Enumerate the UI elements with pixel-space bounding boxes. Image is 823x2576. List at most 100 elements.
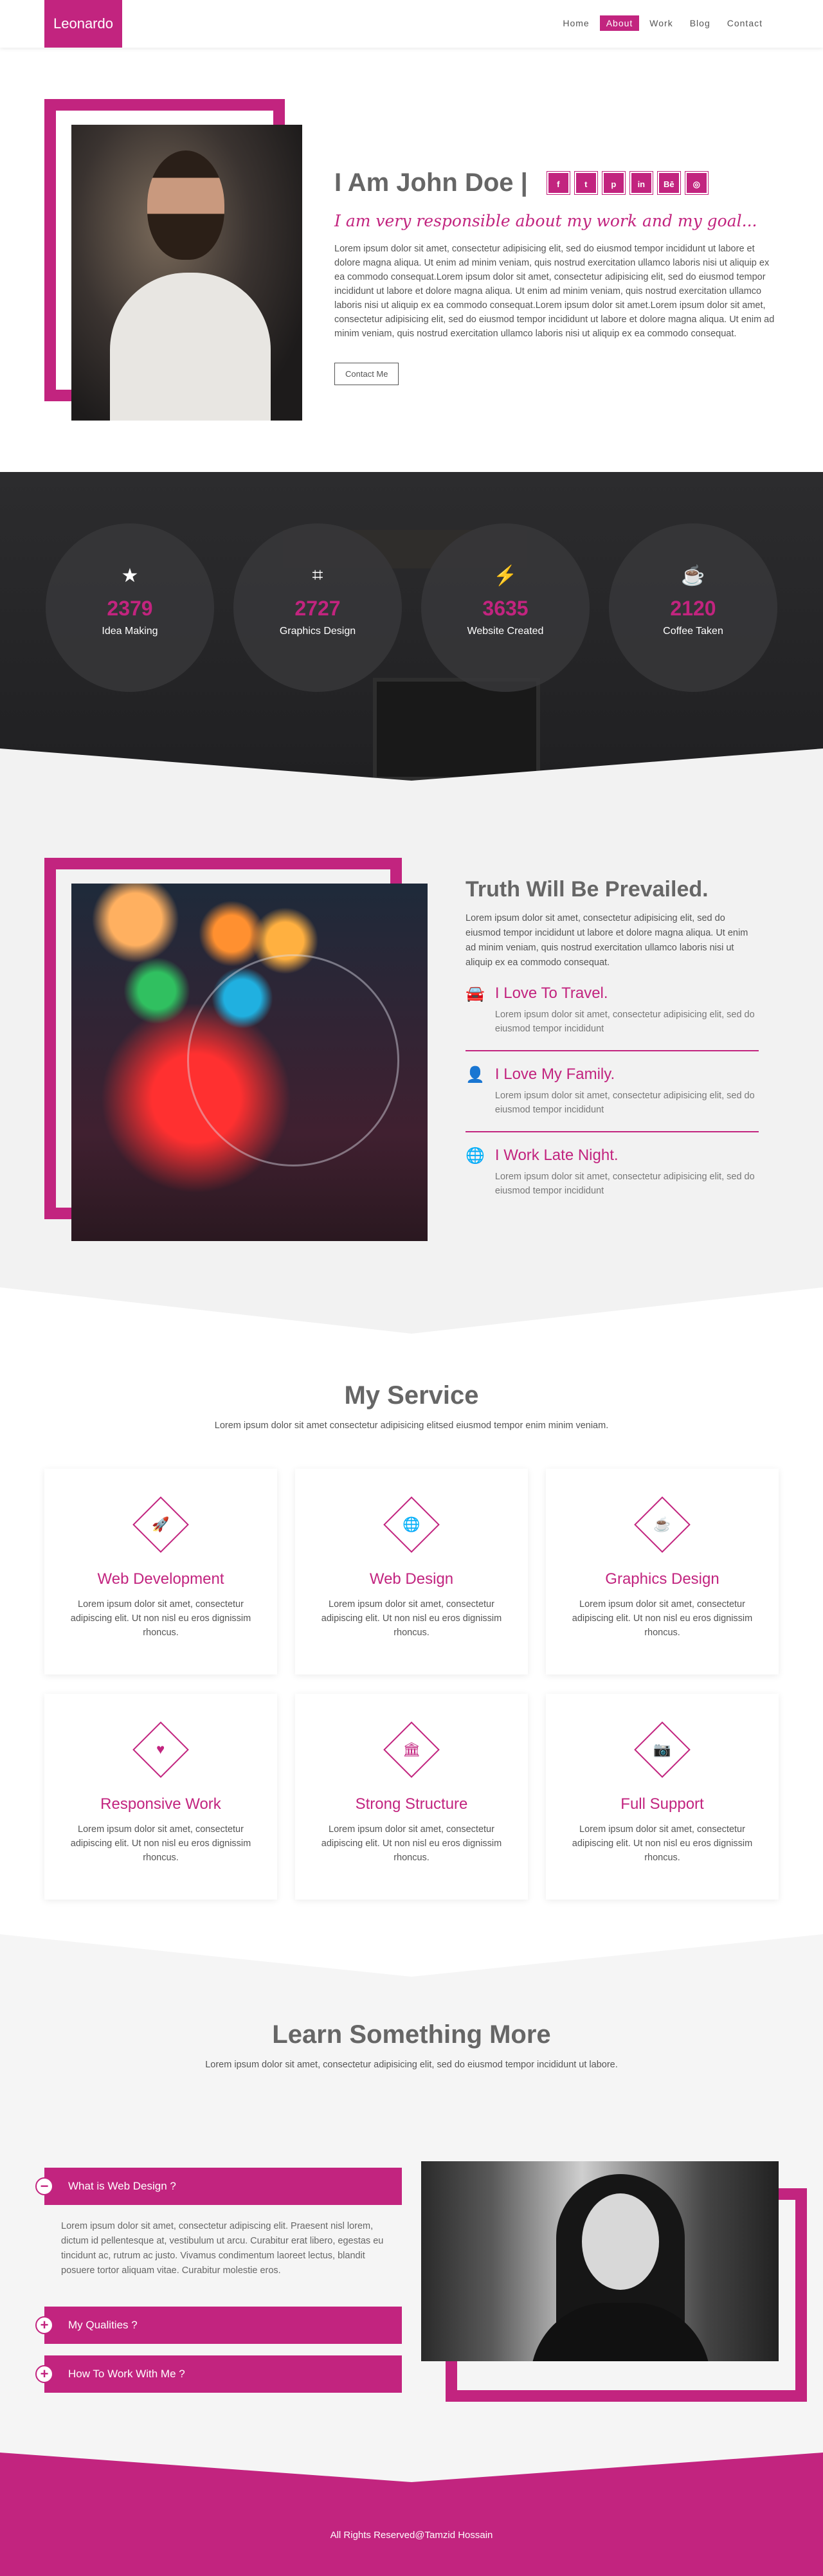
stat-idea-making: ★ 2379 Idea Making (46, 523, 214, 692)
stat-number: 3635 (482, 597, 529, 620)
feature-late-night: 🌐 I Work Late Night. Lorem ipsum dolor s… (466, 1132, 759, 1212)
feature-text: Lorem ipsum dolor sit amet, consectetur … (494, 1172, 755, 1196)
stats-section: ★ 2379 Idea Making ⌗ 2727 Graphics Desig… (0, 472, 823, 781)
social-links: f t p in Bē ◎ (546, 171, 709, 195)
car-icon: 🚘 (466, 985, 485, 1002)
stat-website-created: ⚡ 3635 Website Created (421, 523, 590, 692)
crop-icon: ⌗ (312, 565, 323, 586)
feature-family: 👤 I Love My Family. Lorem ipsum dolor si… (466, 1051, 759, 1132)
navbar: Leonardo Home About Work Blog Contact (0, 0, 823, 48)
stat-label: Website Created (467, 626, 544, 637)
stat-label: Graphics Design (279, 626, 356, 637)
service-title: My Service (344, 1381, 479, 1410)
truth-paragraph: Lorem ipsum dolor sit amet, consectetur … (466, 913, 748, 968)
collapse-icon[interactable]: − (35, 2177, 53, 2195)
service-card-title: Web Design (369, 1570, 454, 1588)
section-divider (0, 2453, 823, 2482)
nav-item-home[interactable]: Home (556, 15, 595, 31)
profile-name: I Am John Doe | (334, 168, 528, 197)
feature-text: Lorem ipsum dolor sit amet, consectetur … (494, 1091, 755, 1115)
feature-title: I Love My Family. (494, 1066, 615, 1083)
section-divider (0, 748, 823, 781)
lightbulb-photo (71, 884, 428, 1241)
globe-icon: 🌐 (466, 1147, 485, 1165)
accordion-title: My Qualities ? (68, 2319, 138, 2331)
accordion-title: How To Work With Me ? (68, 2368, 185, 2380)
star-icon: ★ (121, 565, 139, 586)
accordion-item-work-with-me[interactable]: + How To Work With Me ? (35, 2355, 402, 2393)
pinterest-icon[interactable]: p (601, 171, 626, 195)
behance-icon[interactable]: Bē (656, 171, 681, 195)
nav-menu: Home About Work Blog Contact (556, 15, 769, 31)
stat-number: 2120 (670, 597, 716, 620)
user-icon: 👤 (466, 1066, 485, 1084)
bank-icon: 🏛 (402, 1741, 421, 1757)
nav-item-about[interactable]: About (599, 15, 640, 31)
service-card-web-development: 🚀 Web Development Lorem ipsum dolor sit … (44, 1469, 277, 1674)
stat-number: 2379 (107, 597, 153, 620)
service-card-title: Responsive Work (100, 1795, 221, 1813)
service-card-graphics-design: ☕ Graphics Design Lorem ipsum dolor sit … (546, 1469, 779, 1674)
accordion-item-qualities[interactable]: + My Qualities ? (35, 2307, 402, 2344)
copyright-text: All Rights Reserved@Tamzid Hossain (330, 2530, 493, 2541)
truth-title: Truth Will Be Prevailed. (466, 877, 709, 902)
nav-item-contact[interactable]: Contact (721, 15, 769, 31)
service-card-strong-structure: 🏛 Strong Structure Lorem ipsum dolor sit… (295, 1694, 528, 1900)
feature-text: Lorem ipsum dolor sit amet, consectetur … (494, 1010, 755, 1034)
accordion: − What is Web Design ? Lorem ipsum dolor… (35, 2168, 402, 2393)
coffee-icon: ☕ (653, 1516, 671, 1532)
service-card-text: Lorem ipsum dolor sit amet, consectetur … (321, 1824, 502, 1863)
accordion-body: Lorem ipsum dolor sit amet, consectetur … (61, 2221, 384, 2276)
truth-section: Truth Will Be Prevailed. Lorem ipsum dol… (0, 781, 823, 1334)
tagline: I am very responsible about my work and … (334, 212, 757, 230)
accordion-title: What is Web Design ? (68, 2180, 176, 2192)
truth-content: Truth Will Be Prevailed. Lorem ipsum dol… (466, 877, 759, 1212)
feature-travel: 🚘 I Love To Travel. Lorem ipsum dolor si… (466, 970, 759, 1051)
service-card-text: Lorem ipsum dolor sit amet, consectetur … (70, 1824, 251, 1863)
service-cards: 🚀 Web Development Lorem ipsum dolor sit … (44, 1469, 779, 1900)
contact-me-button[interactable]: Contact Me (334, 363, 399, 385)
about-content: I Am John Doe | f t p in Bē ◎ I am very … (334, 168, 778, 385)
service-card-title: Strong Structure (355, 1795, 468, 1813)
service-card-web-design: 🌐 Web Design Lorem ipsum dolor sit amet,… (295, 1469, 528, 1674)
woman-photo (421, 2161, 779, 2361)
accordion-item-web-design[interactable]: − What is Web Design ? (35, 2168, 402, 2205)
twitter-icon[interactable]: t (574, 171, 598, 195)
service-card-title: Full Support (620, 1795, 704, 1813)
coffee-icon: ☕ (681, 565, 705, 586)
learn-section: Learn Something More Lorem ipsum dolor s… (0, 1977, 823, 2453)
profile-photo (71, 125, 302, 421)
globe-icon: 🌐 (402, 1516, 421, 1532)
feature-title: I Love To Travel. (494, 984, 608, 1002)
feature-title: I Work Late Night. (494, 1147, 619, 1164)
service-card-full-support: 📷 Full Support Lorem ipsum dolor sit ame… (546, 1694, 779, 1900)
stat-coffee-taken: ☕ 2120 Coffee Taken (609, 523, 777, 692)
service-subtitle: Lorem ipsum dolor sit amet consectetur a… (214, 1420, 609, 1431)
service-card-text: Lorem ipsum dolor sit amet, consectetur … (572, 1824, 753, 1863)
camera-icon: 📷 (653, 1741, 671, 1757)
stat-label: Coffee Taken (663, 626, 723, 637)
stat-label: Idea Making (102, 626, 158, 637)
stat-number: 2727 (294, 597, 341, 620)
service-card-text: Lorem ipsum dolor sit amet, consectetur … (70, 1599, 251, 1638)
service-card-text: Lorem ipsum dolor sit amet, consectetur … (572, 1599, 753, 1638)
nav-item-work[interactable]: Work (643, 15, 679, 31)
service-card-title: Web Development (97, 1570, 224, 1588)
service-card-responsive-work: ♥ Responsive Work Lorem ipsum dolor sit … (44, 1694, 277, 1900)
service-card-text: Lorem ipsum dolor sit amet, consectetur … (321, 1599, 502, 1638)
about-section: I Am John Doe | f t p in Bē ◎ I am very … (0, 48, 823, 472)
section-divider (0, 1287, 823, 1334)
rocket-icon: 🚀 (152, 1516, 170, 1532)
site-logo[interactable]: Leonardo (44, 0, 122, 48)
expand-icon[interactable]: + (35, 2365, 53, 2383)
learn-title: Learn Something More (272, 2020, 551, 2049)
linkedin-icon[interactable]: in (629, 171, 653, 195)
instagram-icon[interactable]: ◎ (684, 171, 709, 195)
expand-icon[interactable]: + (35, 2316, 53, 2334)
facebook-icon[interactable]: f (546, 171, 570, 195)
about-paragraph: Lorem ipsum dolor sit amet, consectetur … (334, 244, 775, 339)
stat-graphics-design: ⌗ 2727 Graphics Design (233, 523, 402, 692)
service-card-title: Graphics Design (605, 1570, 719, 1588)
section-divider (0, 1934, 823, 1977)
nav-item-blog[interactable]: Blog (683, 15, 717, 31)
